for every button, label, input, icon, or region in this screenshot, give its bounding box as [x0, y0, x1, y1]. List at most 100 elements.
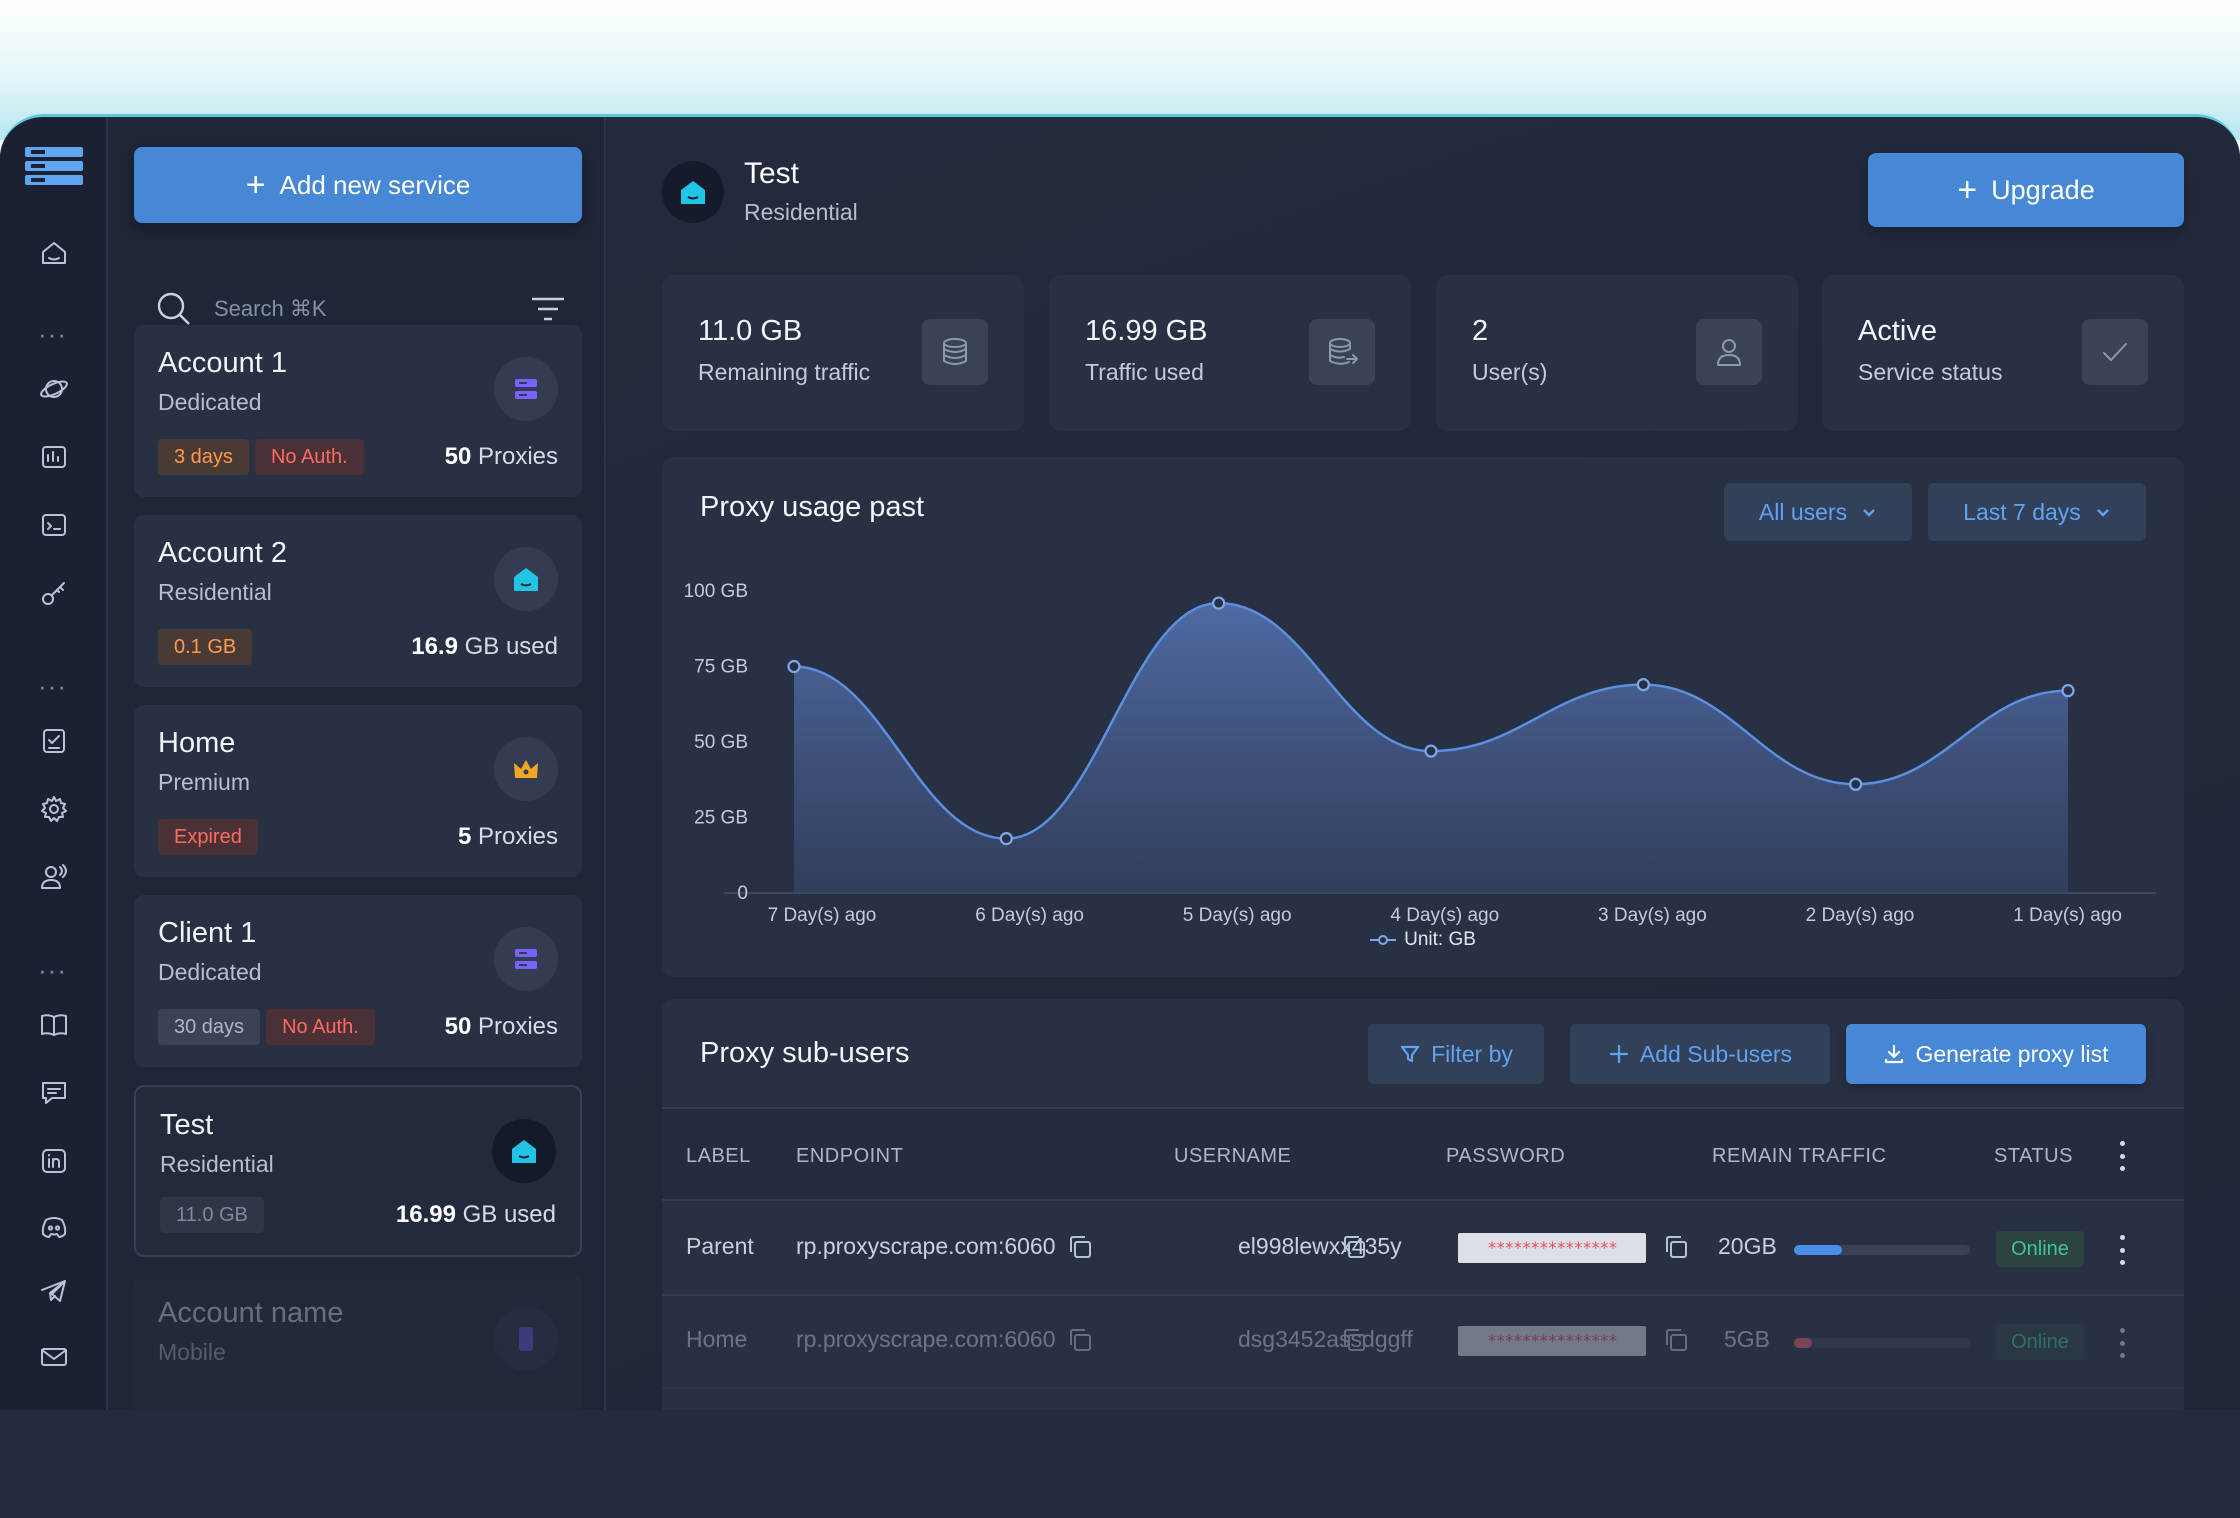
console-icon[interactable]	[36, 507, 72, 543]
copy-icon[interactable]	[1662, 1233, 1690, 1261]
chat-icon[interactable]	[36, 1075, 72, 1111]
support-user-icon[interactable]	[36, 859, 72, 895]
plus-icon	[1609, 1044, 1629, 1064]
app-logo-icon[interactable]	[25, 147, 83, 185]
service-detail: Test Residential + Upgrade 11.0 GB Remai…	[606, 117, 2240, 1518]
generate-proxy-list-button[interactable]: Generate proxy list	[1846, 1024, 2146, 1084]
row-menu-icon[interactable]	[2118, 1328, 2126, 1358]
x-tick-label: 7 Day(s) ago	[768, 905, 877, 926]
proxy-subusers-panel: Proxy sub-users Filter by Add Sub-users …	[662, 999, 2184, 1419]
service-card-usage: 50 Proxies	[445, 443, 558, 471]
column-status: STATUS	[1994, 1145, 2073, 1167]
legend-label: Unit: GB	[1404, 929, 1476, 950]
plus-icon: +	[1957, 171, 1978, 209]
search-input[interactable]: Search ⌘K	[214, 296, 530, 322]
data-point[interactable]	[1212, 596, 1226, 610]
status-badge: 3 days	[158, 439, 249, 475]
usage-unit: Proxies	[471, 823, 558, 850]
key-icon[interactable]	[36, 575, 72, 611]
check-icon	[2082, 319, 2148, 385]
sort-filter-icon[interactable]	[530, 294, 566, 324]
row-label: Home	[686, 1326, 748, 1352]
user-icon	[1696, 319, 1762, 385]
x-tick-label: 6 Day(s) ago	[975, 905, 1084, 926]
dashboard-icon[interactable]	[36, 439, 72, 475]
service-card-type: Dedicated	[158, 959, 262, 985]
data-point[interactable]	[787, 659, 801, 674]
usage-value: 16.99	[395, 1201, 456, 1228]
checklist-icon[interactable]	[36, 723, 72, 759]
card-tags: Expired	[158, 819, 258, 855]
add-subusers-button[interactable]: Add Sub-users	[1570, 1024, 1830, 1084]
bottom-fade	[0, 1410, 2240, 1518]
house-icon	[494, 547, 558, 611]
add-new-service-button[interactable]: + Add new service	[134, 147, 582, 223]
filter-by-button[interactable]: Filter by	[1368, 1024, 1544, 1084]
generate-proxy-list-label: Generate proxy list	[1915, 1040, 2109, 1067]
status-badge: No Auth.	[254, 439, 364, 475]
traffic-progress-fill	[1794, 1245, 1842, 1255]
crown-icon	[494, 737, 558, 801]
chart-legend[interactable]: Unit: GB	[662, 929, 2184, 951]
y-tick-label: 75 GB	[694, 657, 748, 678]
linkedin-icon[interactable]	[36, 1143, 72, 1179]
icon-rail: ··· ··· ···	[0, 117, 108, 1518]
chevron-down-icon	[1863, 509, 1875, 517]
copy-icon[interactable]	[1662, 1326, 1690, 1354]
home-icon[interactable]	[36, 235, 72, 271]
usage-value: 5	[457, 823, 472, 850]
service-card-title: Home	[158, 727, 236, 759]
users-filter-dropdown[interactable]: All users	[1724, 483, 1912, 541]
telegram-icon[interactable]	[36, 1273, 72, 1309]
y-tick-label: 50 GB	[694, 732, 748, 753]
stat-label: Traffic used	[1085, 359, 1204, 385]
row-endpoint: rp.proxyscrape.com:6060	[796, 1233, 1056, 1259]
rail-separator-dots: ···	[38, 955, 67, 985]
row-traffic: 20GB	[1718, 1233, 1777, 1259]
service-card[interactable]: Account 1 Dedicated 3 days No Auth. 50 Pr…	[134, 325, 582, 497]
upgrade-button[interactable]: + Upgrade	[1868, 153, 2184, 227]
book-icon[interactable]	[36, 1007, 72, 1043]
service-card[interactable]: Client 1 Dedicated 30 days No Auth. 50 Pr…	[134, 895, 582, 1067]
residential-house-icon	[662, 161, 724, 223]
x-tick-label: 2 Day(s) ago	[1806, 905, 1915, 926]
service-card[interactable]: Home Premium Expired 5 Proxies	[134, 705, 582, 877]
x-tick-label: 3 Day(s) ago	[1598, 905, 1707, 926]
copy-icon[interactable]	[1066, 1326, 1094, 1354]
data-point[interactable]	[999, 832, 1013, 846]
copy-icon[interactable]	[1340, 1326, 1368, 1354]
discord-icon[interactable]	[36, 1209, 72, 1245]
mail-icon[interactable]	[36, 1339, 72, 1375]
database-icon	[922, 319, 988, 385]
traffic-progress-fill	[1794, 1338, 1812, 1348]
x-tick-label: 1 Day(s) ago	[2013, 905, 2122, 926]
usage-value: 50	[444, 1013, 472, 1040]
stat-service-status: Active Service status	[1822, 275, 2184, 431]
copy-icon[interactable]	[1340, 1233, 1368, 1261]
status-badge: Expired	[158, 819, 258, 855]
data-point[interactable]	[2061, 684, 2075, 698]
service-card-usage: 50 Proxies	[445, 1013, 558, 1041]
row-username: el998lewxx435y	[1238, 1233, 1402, 1259]
row-menu-icon[interactable]	[2118, 1235, 2126, 1265]
proxy-usage-panel: Proxy usage past All users Last 7 days 0…	[662, 457, 2184, 977]
data-point[interactable]	[1424, 744, 1438, 758]
plus-icon: +	[245, 166, 266, 204]
service-card-type: Residential	[160, 1151, 274, 1177]
rail-separator-dots: ···	[38, 319, 67, 349]
service-card[interactable]: Account 2 Residential 0.1 GB 16.9 GB use…	[134, 515, 582, 687]
data-point[interactable]	[1849, 777, 1863, 791]
status-badge: Online	[1996, 1231, 2084, 1267]
planet-icon[interactable]	[36, 371, 72, 407]
row-endpoint: rp.proxyscrape.com:6060	[796, 1326, 1056, 1352]
table-menu-icon[interactable]	[2118, 1141, 2126, 1171]
x-tick-label: 5 Day(s) ago	[1183, 905, 1292, 926]
download-icon	[1885, 1044, 1904, 1064]
data-point[interactable]	[1636, 678, 1650, 692]
service-card-usage: 16.9 GB used	[411, 633, 558, 661]
gear-icon[interactable]	[36, 791, 72, 827]
copy-icon[interactable]	[1066, 1233, 1094, 1261]
range-filter-dropdown[interactable]: Last 7 days	[1928, 483, 2146, 541]
usage-value: 50	[444, 443, 472, 470]
service-card[interactable]: Test Residential 11.0 GB 16.99 GB used	[134, 1085, 582, 1257]
